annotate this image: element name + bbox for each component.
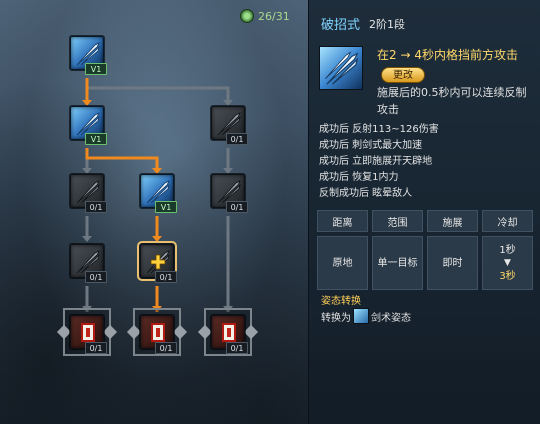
skill-level-badge: V1: [85, 63, 107, 75]
arrow-r4c2: [152, 236, 162, 242]
value-cooldown: 1秒 ▼ 3秒: [482, 236, 533, 290]
skill-level-badge: 0/1: [226, 133, 248, 145]
stance-title: 姿态转换: [321, 296, 361, 307]
stance-name: 剑术姿态: [371, 312, 411, 324]
cooldown-from: 1秒: [499, 244, 516, 256]
skill-info-panel: 破招式 2阶1段 在2 → 4秒内格挡前方攻击 更改 施展后的0.5秒内可以连续…: [308, 0, 540, 424]
skill-node-r3c1[interactable]: 0/1: [70, 174, 107, 213]
skill-level-badge: V1: [85, 133, 107, 145]
effect-description: 施展后的0.5秒内可以连续反制攻击: [377, 86, 527, 116]
plus-icon: [150, 254, 166, 270]
cooldown-to: 3秒: [499, 270, 516, 282]
cooldown-arrow: ▼: [504, 257, 511, 268]
skill-level-badge: 0/1: [85, 271, 107, 283]
connector-lines: [82, 78, 233, 312]
skill-level-badge: 0/1: [226, 201, 248, 213]
header-cooldown: 冷却: [482, 210, 533, 232]
skill-tree-panel: 26/31 V1 V1 0/1 0/1 V1 0/1 0/1 0/1 0/1 0…: [0, 0, 308, 424]
skill-icon: [319, 46, 363, 90]
skill-level-badge: 0/1: [85, 201, 107, 213]
skill-rank: 2阶1段: [369, 18, 405, 31]
value-range: 原地: [317, 236, 368, 290]
effect-line: 成功后 恢复1内力: [319, 172, 399, 183]
skill-node-r2c1[interactable]: V1: [70, 106, 107, 145]
skill-node-r3c2[interactable]: V1: [140, 174, 177, 213]
skill-level-badge: 0/1: [85, 342, 107, 354]
value-cast: 即时: [427, 236, 478, 290]
skill-node-r4c2[interactable]: 0/1: [137, 241, 177, 283]
skill-level-badge: V1: [155, 201, 177, 213]
header-area: 范围: [372, 210, 423, 232]
line-r1-to-r2c3: [85, 78, 230, 104]
background-fade: [309, 330, 540, 424]
line-r2c1-to-r3c2: [85, 148, 159, 172]
skill-level-badge: 0/1: [226, 342, 248, 354]
effect-title: 在2 → 4秒内格挡前方攻击: [377, 48, 518, 62]
skill-node-r4c1[interactable]: 0/1: [70, 244, 107, 283]
effect-line: 成功后 反射113~126伤害: [319, 124, 439, 135]
skill-node-r3c3[interactable]: 0/1: [211, 174, 248, 213]
effects-list: 成功后 反射113~126伤害 成功后 刺剑式最大加速 成功后 立即施展开天辟地…: [319, 122, 533, 202]
skill-node-r2c3[interactable]: 0/1: [211, 106, 248, 145]
skill-node-r5c2[interactable]: 0/1: [140, 315, 177, 354]
sword-blades-icon: [325, 51, 359, 85]
change-button[interactable]: 更改: [381, 67, 425, 83]
skill-level-badge: 0/1: [155, 342, 177, 354]
skill-name: 破招式: [321, 18, 361, 33]
arrow-r4c1: [82, 236, 92, 242]
skill-node-r1c1[interactable]: V1: [70, 36, 107, 75]
header-range: 距离: [317, 210, 368, 232]
effect-line: 成功后 立即施展开天辟地: [319, 156, 433, 167]
red-card-icon: [81, 323, 95, 342]
skill-node-r5c1[interactable]: 0/1: [70, 315, 107, 354]
effect-line: 反制成功后 眩晕敌人: [319, 188, 413, 199]
effect-line: 成功后 刺剑式最大加速: [319, 140, 423, 151]
red-card-icon: [151, 323, 165, 342]
skill-node-r5c3[interactable]: 0/1: [211, 315, 248, 354]
sword-stance-icon: [353, 308, 369, 324]
header-cast: 施展: [427, 210, 478, 232]
stance-prefix: 转换为: [321, 312, 351, 324]
skill-level-badge: 0/1: [155, 271, 177, 283]
red-card-icon: [222, 323, 236, 342]
attribute-table: 距离 范围 施展 冷却 原地 单一目标 即时 1秒 ▼ 3秒: [317, 210, 535, 290]
stance-row: 转换为 剑术姿态: [321, 308, 411, 324]
value-area: 单一目标: [372, 236, 423, 290]
